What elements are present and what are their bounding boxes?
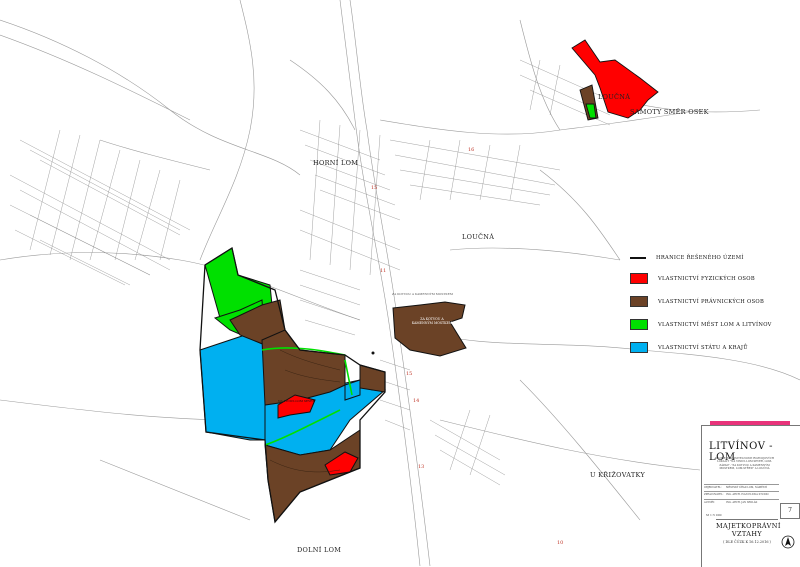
parcel-state-west <box>199 329 266 441</box>
label-u-krizovatky: U KŘIŽOVATKY <box>590 471 646 479</box>
label-na-vinici: NA VINICI-LOM SEVER <box>278 399 315 403</box>
legal-swatch <box>630 296 648 307</box>
sheet-number: 14 <box>413 398 420 404</box>
sheet-number: 13 <box>418 464 425 470</box>
sheet-number: 16 <box>468 147 475 153</box>
title-rows: OBJEDNATEL: MĚSTSKÝ ÚŘAD LOM, NÁMĚSTÍ ZPR… <box>704 484 779 506</box>
point-marker <box>371 351 375 355</box>
map-legend: HRANICE ŘEŠENÉHO ÚZEMÍ VLASTNICTVÍ FYZIC… <box>630 252 800 365</box>
municipal-swatch <box>630 319 648 330</box>
private-swatch <box>630 273 648 284</box>
boundary-line-swatch <box>630 256 646 259</box>
title-row: ZPRACOVATEL: ING. ARCH. IVAN PLICKA STUDI… <box>704 491 779 496</box>
sheet-number: 15 <box>371 185 378 191</box>
label-horni-lom: HORNÍ LOM <box>313 159 359 167</box>
legend-item-boundary: HRANICE ŘEŠENÉHO ÚZEMÍ <box>630 252 800 263</box>
state-swatch <box>630 342 648 353</box>
label-loucna-small: LOUČNÁ <box>598 93 631 101</box>
legend-item-municipal: VLASTNICTVÍ MĚST LOM A LITVÍNOV <box>630 319 800 330</box>
legend-label: HRANICE ŘEŠENÉHO ÚZEMÍ <box>656 254 744 261</box>
title-subtitle: STUDIE ZASTAVITELNOSTI ROZVOJOVÝCH LOKAL… <box>714 457 775 471</box>
label-loucna-town: LOUČNÁ <box>462 233 495 241</box>
title-main: MAJETKOPRÁVNÍ VZTAHY <box>716 519 780 538</box>
north-arrow-icon <box>781 535 795 549</box>
legend-label: VLASTNICTVÍ FYZICKÝCH OSOB <box>658 275 755 282</box>
legend-label: VLASTNICTVÍ STÁTU A KRAJŮ <box>658 344 748 351</box>
legend-item-private: VLASTNICTVÍ FYZICKÝCH OSOB <box>630 273 800 284</box>
label-samoty: SAMOTY SMĚR OSEK <box>630 108 709 116</box>
title-date: ( DLE ČÚZK K 16.12.2016 ) <box>723 540 771 544</box>
sheet-number: 10 <box>557 540 564 546</box>
legend-item-legal: VLASTNICTVÍ PRÁVNICKÝCH OSOB <box>630 296 800 307</box>
legend-item-state: VLASTNICTVÍ STÁTU A KRAJŮ <box>630 342 800 353</box>
title-scale: M 1:5 000 <box>706 513 722 517</box>
sheet-number: 15 <box>406 371 413 377</box>
parcel-za-kotvou <box>392 301 467 357</box>
title-row: AUTOŘI: ING. ARCH. JAN SEDLÁK <box>704 498 779 504</box>
title-sheet-number: 7 <box>780 503 800 519</box>
label-za-kotvou-small: ZA KOTVOU A KAMENNÝM MOSTKEM <box>392 292 453 296</box>
title-row: OBJEDNATEL: MĚSTSKÝ ÚŘAD LOM, NÁMĚSTÍ <box>704 484 779 489</box>
built-up-area-west <box>9 129 191 286</box>
legend-label: VLASTNICTVÍ PRÁVNICKÝCH OSOB <box>658 298 765 305</box>
label-za-kotvou: ZA KOTVOU A KAMENNÝM MOSTKEM <box>411 317 453 325</box>
sheet-number: 11 <box>380 268 387 274</box>
legend-label: VLASTNICTVÍ MĚST LOM A LITVÍNOV <box>658 321 772 328</box>
label-dolni-lom: DOLNÍ LOM <box>297 546 342 554</box>
